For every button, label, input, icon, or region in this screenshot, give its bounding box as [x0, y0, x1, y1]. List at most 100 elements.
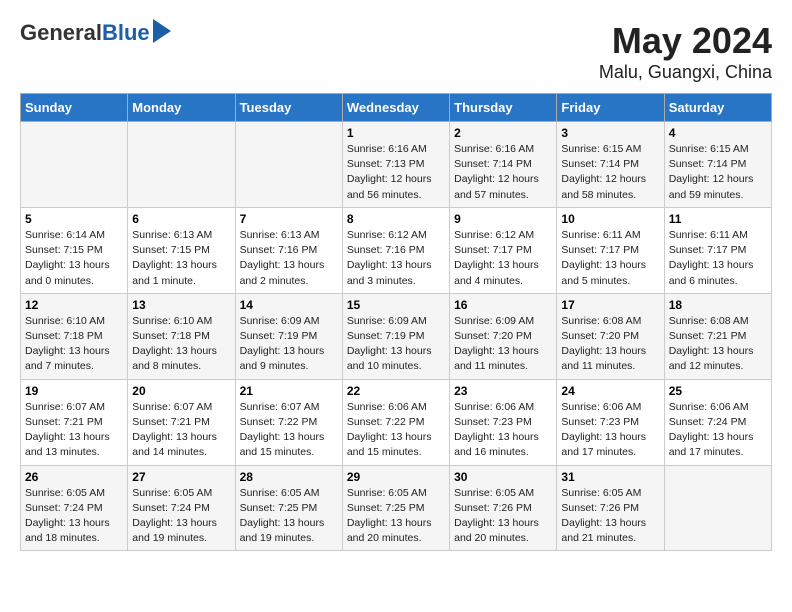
day-number: 19 [25, 384, 123, 398]
calendar-cell: 14 Sunrise: 6:09 AM Sunset: 7:19 PM Dayli… [235, 293, 342, 379]
day-number: 9 [454, 212, 552, 226]
calendar-cell: 2 Sunrise: 6:16 AM Sunset: 7:14 PM Daylig… [450, 122, 557, 208]
cell-info: Sunrise: 6:13 AM Sunset: 7:15 PM Dayligh… [132, 228, 230, 289]
day-number: 8 [347, 212, 445, 226]
cell-info: Sunrise: 6:07 AM Sunset: 7:21 PM Dayligh… [25, 400, 123, 461]
calendar-cell: 12Sunrise: 6:10 AM Sunset: 7:18 PM Dayli… [21, 293, 128, 379]
day-number: 12 [25, 298, 123, 312]
calendar-cell: 7 Sunrise: 6:13 AM Sunset: 7:16 PM Daylig… [235, 207, 342, 293]
cell-info: Sunrise: 6:08 AM Sunset: 7:20 PM Dayligh… [561, 314, 659, 375]
calendar-cell: 11 Sunrise: 6:11 AM Sunset: 7:17 PM Dayli… [664, 207, 771, 293]
cell-info: Sunrise: 6:15 AM Sunset: 7:14 PM Dayligh… [669, 142, 767, 203]
calendar-cell: 31 Sunrise: 6:05 AM Sunset: 7:26 PM Dayli… [557, 465, 664, 551]
weekday-header-tuesday: Tuesday [235, 94, 342, 122]
day-number: 2 [454, 126, 552, 140]
calendar-cell [21, 122, 128, 208]
calendar-cell: 20 Sunrise: 6:07 AM Sunset: 7:21 PM Dayli… [128, 379, 235, 465]
day-number: 15 [347, 298, 445, 312]
calendar-cell: 1Sunrise: 6:16 AM Sunset: 7:13 PM Daylig… [342, 122, 449, 208]
day-number: 26 [25, 470, 123, 484]
calendar-cell: 8 Sunrise: 6:12 AM Sunset: 7:16 PM Daylig… [342, 207, 449, 293]
day-number: 18 [669, 298, 767, 312]
day-number: 24 [561, 384, 659, 398]
day-number: 22 [347, 384, 445, 398]
calendar-cell: 22 Sunrise: 6:06 AM Sunset: 7:22 PM Dayli… [342, 379, 449, 465]
cell-info: Sunrise: 6:16 AM Sunset: 7:14 PM Dayligh… [454, 142, 552, 203]
calendar-cell: 30Sunrise: 6:05 AM Sunset: 7:26 PM Dayli… [450, 465, 557, 551]
calendar-cell: 6 Sunrise: 6:13 AM Sunset: 7:15 PM Daylig… [128, 207, 235, 293]
cell-info: Sunrise: 6:05 AM Sunset: 7:24 PM Dayligh… [132, 486, 230, 547]
calendar-cell: 16Sunrise: 6:09 AM Sunset: 7:20 PM Dayli… [450, 293, 557, 379]
weekday-header-thursday: Thursday [450, 94, 557, 122]
calendar-cell: 3 Sunrise: 6:15 AM Sunset: 7:14 PM Daylig… [557, 122, 664, 208]
calendar-cell: 29Sunrise: 6:05 AM Sunset: 7:25 PM Dayli… [342, 465, 449, 551]
calendar-cell: 5Sunrise: 6:14 AM Sunset: 7:15 PM Daylig… [21, 207, 128, 293]
cell-info: Sunrise: 6:07 AM Sunset: 7:22 PM Dayligh… [240, 400, 338, 461]
title-block: May 2024 Malu, Guangxi, China [599, 20, 772, 83]
logo-arrow-icon [153, 19, 171, 43]
weekday-header-friday: Friday [557, 94, 664, 122]
cell-info: Sunrise: 6:12 AM Sunset: 7:16 PM Dayligh… [347, 228, 445, 289]
day-number: 11 [669, 212, 767, 226]
day-number: 23 [454, 384, 552, 398]
cell-info: Sunrise: 6:08 AM Sunset: 7:21 PM Dayligh… [669, 314, 767, 375]
cell-info: Sunrise: 6:07 AM Sunset: 7:21 PM Dayligh… [132, 400, 230, 461]
calendar-week-4: 19 Sunrise: 6:07 AM Sunset: 7:21 PM Dayli… [21, 379, 772, 465]
weekday-header-wednesday: Wednesday [342, 94, 449, 122]
day-number: 28 [240, 470, 338, 484]
cell-info: Sunrise: 6:09 AM Sunset: 7:20 PM Dayligh… [454, 314, 552, 375]
cell-info: Sunrise: 6:05 AM Sunset: 7:26 PM Dayligh… [561, 486, 659, 547]
calendar-cell: 4 Sunrise: 6:15 AM Sunset: 7:14 PM Daylig… [664, 122, 771, 208]
calendar-table: SundayMondayTuesdayWednesdayThursdayFrid… [20, 93, 772, 551]
day-number: 6 [132, 212, 230, 226]
calendar-title: May 2024 [599, 20, 772, 62]
calendar-cell: 17 Sunrise: 6:08 AM Sunset: 7:20 PM Dayli… [557, 293, 664, 379]
cell-info: Sunrise: 6:09 AM Sunset: 7:19 PM Dayligh… [240, 314, 338, 375]
cell-info: Sunrise: 6:09 AM Sunset: 7:19 PM Dayligh… [347, 314, 445, 375]
day-number: 17 [561, 298, 659, 312]
calendar-cell: 18 Sunrise: 6:08 AM Sunset: 7:21 PM Dayli… [664, 293, 771, 379]
cell-info: Sunrise: 6:14 AM Sunset: 7:15 PM Dayligh… [25, 228, 123, 289]
calendar-cell: 26Sunrise: 6:05 AM Sunset: 7:24 PM Dayli… [21, 465, 128, 551]
cell-info: Sunrise: 6:11 AM Sunset: 7:17 PM Dayligh… [669, 228, 767, 289]
weekday-header-saturday: Saturday [664, 94, 771, 122]
calendar-cell: 19 Sunrise: 6:07 AM Sunset: 7:21 PM Dayli… [21, 379, 128, 465]
cell-info: Sunrise: 6:10 AM Sunset: 7:18 PM Dayligh… [132, 314, 230, 375]
day-number: 10 [561, 212, 659, 226]
day-number: 14 [240, 298, 338, 312]
day-number: 3 [561, 126, 659, 140]
calendar-cell [128, 122, 235, 208]
calendar-week-2: 5Sunrise: 6:14 AM Sunset: 7:15 PM Daylig… [21, 207, 772, 293]
cell-info: Sunrise: 6:06 AM Sunset: 7:23 PM Dayligh… [454, 400, 552, 461]
calendar-cell: 10 Sunrise: 6:11 AM Sunset: 7:17 PM Dayli… [557, 207, 664, 293]
weekday-header-row: SundayMondayTuesdayWednesdayThursdayFrid… [21, 94, 772, 122]
calendar-cell: 27Sunrise: 6:05 AM Sunset: 7:24 PM Dayli… [128, 465, 235, 551]
calendar-location: Malu, Guangxi, China [599, 62, 772, 83]
calendar-cell: 23 Sunrise: 6:06 AM Sunset: 7:23 PM Dayli… [450, 379, 557, 465]
day-number: 7 [240, 212, 338, 226]
calendar-cell [235, 122, 342, 208]
day-number: 25 [669, 384, 767, 398]
cell-info: Sunrise: 6:06 AM Sunset: 7:24 PM Dayligh… [669, 400, 767, 461]
calendar-week-1: 1Sunrise: 6:16 AM Sunset: 7:13 PM Daylig… [21, 122, 772, 208]
weekday-header-monday: Monday [128, 94, 235, 122]
calendar-cell: 13 Sunrise: 6:10 AM Sunset: 7:18 PM Dayli… [128, 293, 235, 379]
cell-info: Sunrise: 6:15 AM Sunset: 7:14 PM Dayligh… [561, 142, 659, 203]
day-number: 13 [132, 298, 230, 312]
cell-info: Sunrise: 6:06 AM Sunset: 7:22 PM Dayligh… [347, 400, 445, 461]
logo-general-text: General [20, 20, 102, 46]
cell-info: Sunrise: 6:13 AM Sunset: 7:16 PM Dayligh… [240, 228, 338, 289]
calendar-week-3: 12 Sunrise: 6:10 AM Sunset: 7:18 PM Dayli… [21, 293, 772, 379]
cell-info: Sunrise: 6:11 AM Sunset: 7:17 PM Dayligh… [561, 228, 659, 289]
day-number: 20 [132, 384, 230, 398]
calendar-cell: 15 Sunrise: 6:09 AM Sunset: 7:19 PM Dayli… [342, 293, 449, 379]
day-number: 4 [669, 126, 767, 140]
day-number: 1 [347, 126, 445, 140]
logo: General Blue [20, 20, 171, 46]
logo-blue-text: Blue [102, 20, 150, 46]
calendar-cell: 25 Sunrise: 6:06 AM Sunset: 7:24 PM Dayli… [664, 379, 771, 465]
day-number: 31 [561, 470, 659, 484]
day-number: 30 [454, 470, 552, 484]
calendar-cell: 28 Sunrise: 6:05 AM Sunset: 7:25 PM Dayli… [235, 465, 342, 551]
cell-info: Sunrise: 6:05 AM Sunset: 7:25 PM Dayligh… [240, 486, 338, 547]
